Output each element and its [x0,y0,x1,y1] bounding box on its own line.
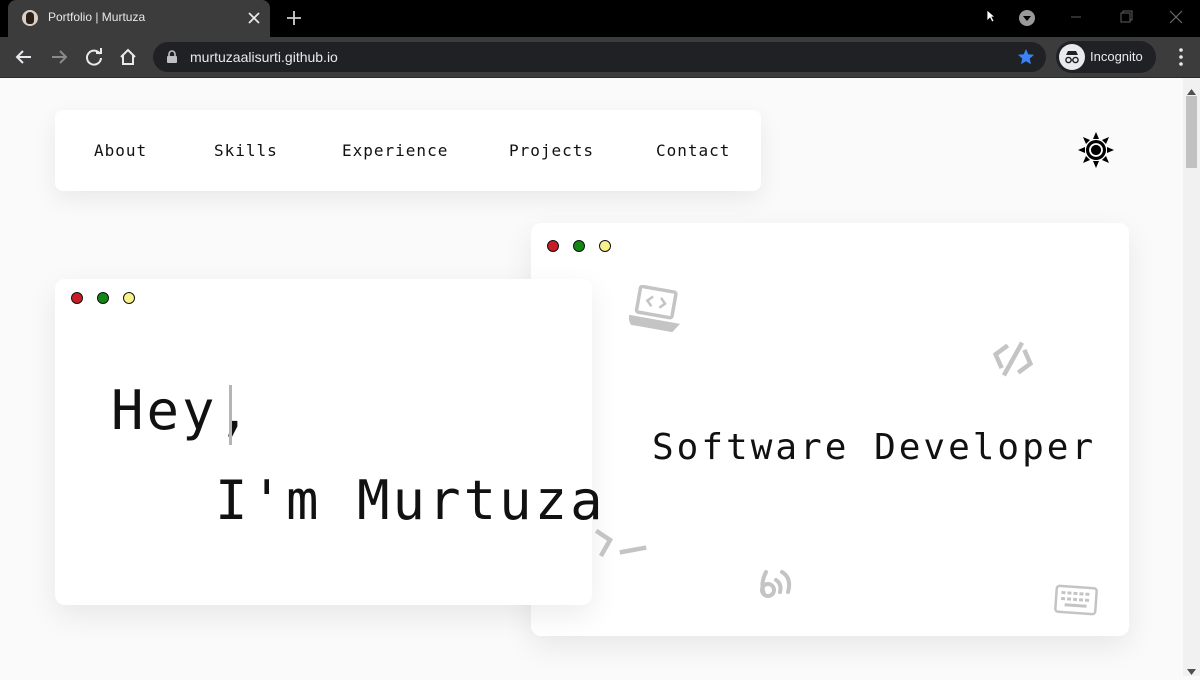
profile-dropdown-icon[interactable] [1019,10,1035,26]
address-bar[interactable]: murtuzaalisurti.github.io [153,42,1046,72]
forward-icon[interactable] [48,46,70,68]
window-dot-yellow [599,240,611,252]
scrollbar-thumb[interactable] [1186,96,1197,168]
scroll-down-icon[interactable] [1187,662,1196,680]
window-dot-yellow [123,292,135,304]
incognito-icon [1059,44,1085,70]
window-dot-green [97,292,109,304]
nav-link-skills[interactable]: Skills [214,141,278,160]
close-window-icon[interactable] [1166,8,1186,26]
reload-icon[interactable] [83,46,105,68]
minimize-icon[interactable] [1066,8,1086,26]
url-text: murtuzaalisurti.github.io [190,49,338,65]
window-dot-green [573,240,585,252]
favicon-icon [22,10,38,26]
keyboard-icon [1053,583,1099,622]
browser-toolbar: murtuzaalisurti.github.io Incognito [0,37,1200,78]
page-scrollbar[interactable] [1183,78,1200,676]
typing-caret [229,385,232,445]
page-viewport: About Skills Experience Projects Contact [0,78,1183,676]
terminal-prompt-icon [592,526,650,567]
name-text: I'm Murtuza [215,469,606,532]
kebab-menu-icon[interactable] [1178,47,1184,72]
role-window: Software Developer [531,223,1129,636]
back-icon[interactable] [13,46,35,68]
mouse-cursor-icon [986,9,997,28]
nav-link-experience[interactable]: Experience [342,141,448,160]
restore-icon[interactable] [1116,8,1136,26]
incognito-label: Incognito [1090,49,1143,64]
nav-link-about[interactable]: About [94,141,147,160]
wifi-hand-icon [756,560,800,605]
incognito-badge[interactable]: Incognito [1056,41,1156,73]
browser-tab-strip: Portfolio | Murtuza [0,0,1200,37]
laptop-code-icon [626,284,681,338]
greeting-window: Hey, I'm Murtuza [55,279,603,605]
theme-toggle-sun-icon[interactable] [1078,132,1114,173]
role-text: Software Developer [652,427,1097,468]
new-tab-button[interactable] [283,7,305,29]
close-tab-icon[interactable] [244,8,264,28]
site-navbar: About Skills Experience Projects Contact [55,110,761,191]
tab-title: Portfolio | Murtuza [48,10,146,24]
bookmark-star-icon[interactable] [1017,48,1035,71]
browser-tab[interactable]: Portfolio | Murtuza [8,0,270,37]
window-dot-red [71,292,83,304]
nav-link-projects[interactable]: Projects [509,141,594,160]
code-slash-icon [991,337,1035,386]
nav-link-contact[interactable]: Contact [656,141,730,160]
window-dot-red [547,240,559,252]
home-icon[interactable] [117,46,139,68]
lock-icon[interactable] [166,50,178,69]
